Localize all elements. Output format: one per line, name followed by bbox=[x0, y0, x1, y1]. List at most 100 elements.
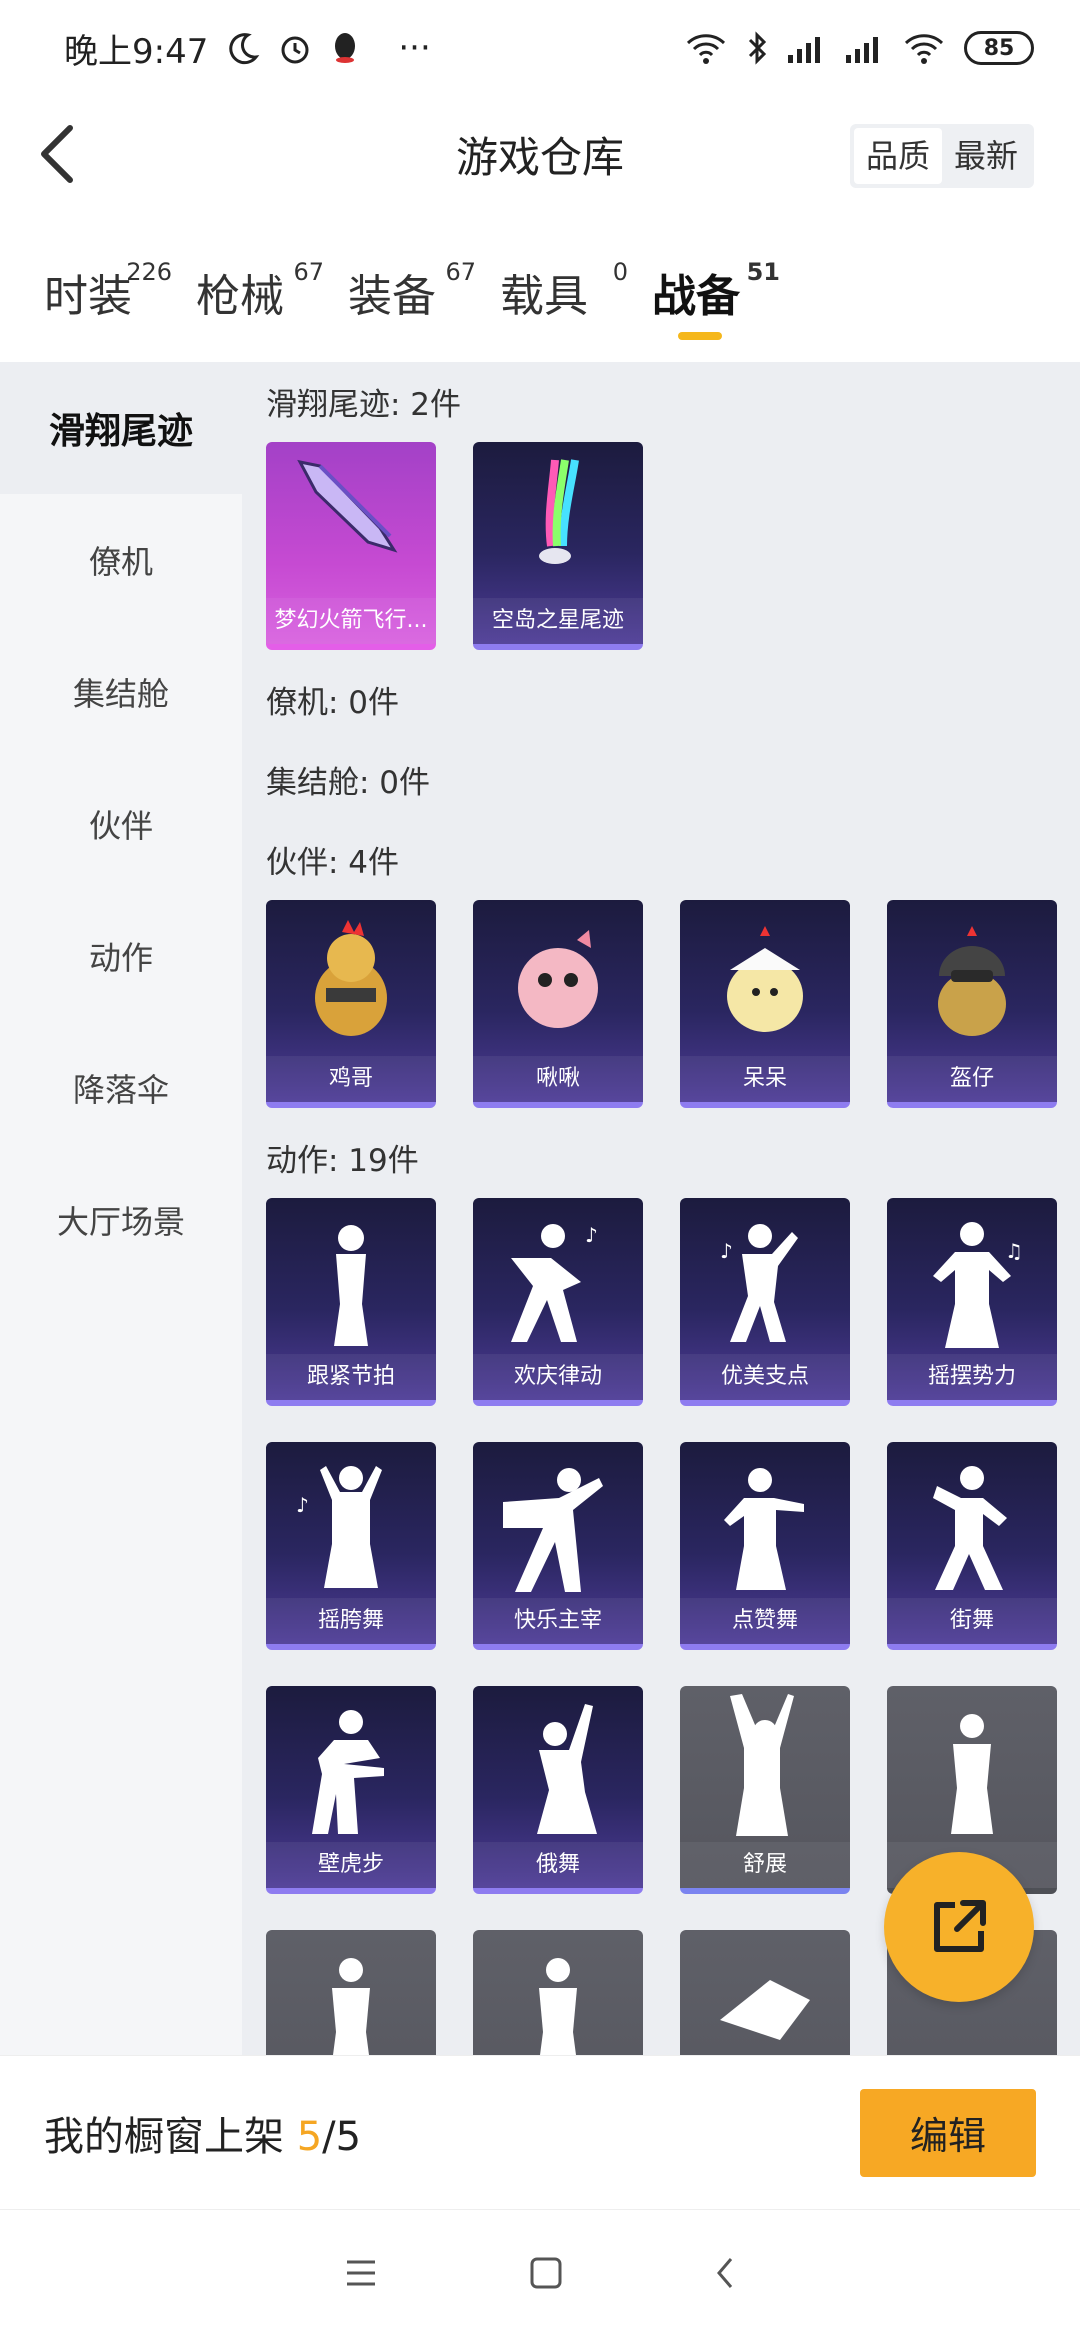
showcase-current-count: 5 bbox=[296, 2113, 323, 2160]
dancer-icon bbox=[539, 1958, 577, 2055]
dancer-icon bbox=[724, 1468, 804, 1590]
system-nav-bar bbox=[0, 2209, 1080, 2340]
sort-newest-button[interactable]: 最新 bbox=[942, 128, 1030, 184]
app-header: 游戏仓库 品质 最新 bbox=[0, 96, 1080, 212]
item-label: 梦幻火箭飞行... bbox=[266, 598, 436, 644]
item-card[interactable]: 空岛之星尾迹 bbox=[473, 442, 643, 650]
section-title-emote: 动作: 19件 bbox=[266, 1143, 419, 1179]
dancer-icon: ♪ bbox=[296, 1466, 382, 1588]
item-card[interactable]: 舒展 bbox=[680, 1686, 850, 1894]
tab-count: 226 bbox=[126, 258, 172, 286]
category-tabs: 时装 226 枪械 67 装备 67 载具 0 战备 51 bbox=[0, 232, 1080, 362]
tab-count: 67 bbox=[293, 258, 324, 286]
section-title-wingman: 僚机: 0件 bbox=[266, 685, 400, 721]
sidebar-item-lobby-scene[interactable]: 大厅场景 bbox=[0, 1154, 242, 1286]
chick-icon bbox=[727, 926, 803, 1032]
item-card[interactable]: ♫ 摇摆势力 bbox=[887, 1198, 1057, 1406]
dancer-icon bbox=[334, 1225, 368, 1346]
item-card[interactable]: 俄舞 bbox=[473, 1686, 643, 1894]
item-label: 呆呆 bbox=[680, 1056, 850, 1102]
dancer-icon bbox=[332, 1958, 370, 2055]
rocket-glider-icon bbox=[297, 459, 398, 553]
battery-indicator: 85 bbox=[964, 31, 1034, 65]
svg-text:♪: ♪ bbox=[720, 1239, 733, 1263]
item-label: 摇胯舞 bbox=[266, 1598, 436, 1644]
dancer-icon bbox=[537, 1704, 597, 1834]
menu-icon[interactable] bbox=[343, 2258, 379, 2292]
item-label: 啾啾 bbox=[473, 1056, 643, 1102]
sidebar-item-wingman[interactable]: 僚机 bbox=[0, 494, 242, 626]
signal-hd-icon bbox=[786, 28, 826, 68]
showcase-status: 我的橱窗上架 5/5 bbox=[44, 2113, 362, 2160]
content-area: 滑翔尾迹 僚机 集结舱 伙伴 动作 降落伞 大厅场景 滑翔尾迹: 2件 梦幻火箭… bbox=[0, 362, 1080, 2055]
helmet-chick-icon bbox=[938, 926, 1006, 1036]
item-label: 空岛之星尾迹 bbox=[473, 598, 643, 644]
dancer-icon: ♪ bbox=[720, 1224, 798, 1342]
sidebar-item-parachute[interactable]: 降落伞 bbox=[0, 1022, 242, 1154]
section-title-trail: 滑翔尾迹: 2件 bbox=[266, 387, 462, 423]
tab-equipment[interactable]: 装备 67 bbox=[348, 232, 476, 324]
chevron-left-icon bbox=[41, 125, 73, 183]
qq-icon bbox=[330, 28, 360, 68]
showcase-max-count: 5 bbox=[335, 2113, 362, 2160]
tab-count: 67 bbox=[445, 258, 476, 286]
clapping-hands-icon bbox=[720, 1980, 810, 2040]
back-nav-icon[interactable] bbox=[713, 2255, 737, 2295]
item-label: 鸡哥 bbox=[266, 1056, 436, 1102]
dancer-icon: ♪ bbox=[511, 1223, 598, 1342]
item-card[interactable]: 鸡哥 bbox=[266, 900, 436, 1108]
wifi-calling-icon bbox=[684, 28, 728, 68]
item-card[interactable]: 呆呆 bbox=[680, 900, 850, 1108]
dancer-icon bbox=[503, 1468, 603, 1592]
item-card[interactable] bbox=[680, 1930, 850, 2055]
item-card[interactable]: 街舞 bbox=[887, 1442, 1057, 1650]
item-label: 街舞 bbox=[887, 1598, 1057, 1644]
svg-text:♪: ♪ bbox=[585, 1223, 598, 1247]
sidebar-item-emote[interactable]: 动作 bbox=[0, 890, 242, 1022]
home-icon[interactable] bbox=[529, 2256, 563, 2294]
item-card[interactable]: 梦幻火箭飞行... bbox=[266, 442, 436, 650]
status-time: 晚上9:47 bbox=[64, 31, 209, 72]
back-button[interactable] bbox=[22, 118, 94, 190]
item-card[interactable]: 壁虎步 bbox=[266, 1686, 436, 1894]
item-list: 滑翔尾迹: 2件 梦幻火箭飞行... 空岛之星尾迹 僚机: 0件 集结舱: 0件… bbox=[266, 362, 1066, 2055]
item-card[interactable]: 啾啾 bbox=[473, 900, 643, 1108]
dancer-icon bbox=[312, 1710, 384, 1834]
sidebar: 滑翔尾迹 僚机 集结舱 伙伴 动作 降落伞 大厅场景 bbox=[0, 362, 242, 2055]
showcase-bar: 我的橱窗上架 5/5 编辑 bbox=[0, 2055, 1080, 2209]
item-label: 舒展 bbox=[680, 1842, 850, 1888]
dancer-icon bbox=[951, 1714, 993, 1834]
status-bar: 晚上9:47 ··· 85 bbox=[0, 0, 1080, 96]
item-label: 摇摆势力 bbox=[887, 1354, 1057, 1400]
more-dots: ··· bbox=[398, 28, 431, 68]
section-title-companion: 伙伴: 4件 bbox=[266, 845, 400, 881]
item-card[interactable] bbox=[266, 1930, 436, 2055]
item-card[interactable]: 点赞舞 bbox=[680, 1442, 850, 1650]
item-card[interactable]: 跟紧节拍 bbox=[266, 1198, 436, 1406]
item-label: 俄舞 bbox=[473, 1842, 643, 1888]
share-button[interactable] bbox=[884, 1852, 1034, 2002]
sort-toggle: 品质 最新 bbox=[849, 124, 1034, 188]
svg-text:♫: ♫ bbox=[1005, 1239, 1023, 1263]
item-label: 壁虎步 bbox=[266, 1842, 436, 1888]
tab-outfit[interactable]: 时装 226 bbox=[44, 232, 172, 324]
sidebar-item-glide-trail[interactable]: 滑翔尾迹 bbox=[0, 362, 242, 494]
item-card[interactable]: ♪ 欢庆律动 bbox=[473, 1198, 643, 1406]
item-label: 优美支点 bbox=[680, 1354, 850, 1400]
sort-quality-button[interactable]: 品质 bbox=[853, 128, 942, 184]
item-card[interactable]: 快乐主宰 bbox=[473, 1442, 643, 1650]
tab-count: 0 bbox=[612, 258, 628, 286]
item-card[interactable] bbox=[473, 1930, 643, 2055]
sidebar-item-companion[interactable]: 伙伴 bbox=[0, 758, 242, 890]
item-label: 跟紧节拍 bbox=[266, 1354, 436, 1400]
item-card[interactable]: ♪ 优美支点 bbox=[680, 1198, 850, 1406]
section-title-pod: 集结舱: 0件 bbox=[266, 765, 431, 801]
tab-combat-gear[interactable]: 战备 51 bbox=[652, 232, 780, 340]
tab-vehicles[interactable]: 载具 0 bbox=[500, 232, 628, 324]
edit-button[interactable]: 编辑 bbox=[860, 2088, 1036, 2177]
item-card[interactable]: ♪ 摇胯舞 bbox=[266, 1442, 436, 1650]
sidebar-item-rally-pod[interactable]: 集结舱 bbox=[0, 626, 242, 758]
item-card[interactable]: 盔仔 bbox=[887, 900, 1057, 1108]
active-tab-indicator bbox=[678, 332, 722, 340]
tab-firearms[interactable]: 枪械 67 bbox=[196, 232, 324, 324]
